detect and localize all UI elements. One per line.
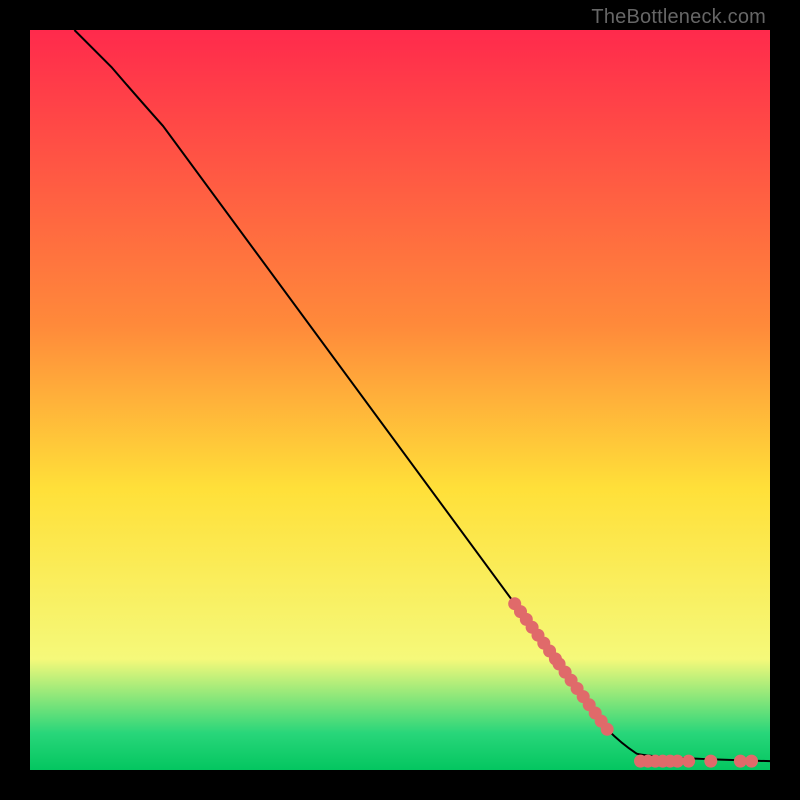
data-point	[601, 723, 614, 736]
data-point	[704, 755, 717, 768]
bottleneck-chart	[30, 30, 770, 770]
data-point	[734, 755, 747, 768]
data-point	[682, 755, 695, 768]
gradient-background	[30, 30, 770, 770]
watermark-text: TheBottleneck.com	[591, 6, 766, 29]
chart-frame: { "watermark": "TheBottleneck.com", "col…	[0, 0, 800, 800]
data-point	[745, 755, 758, 768]
data-point	[671, 755, 684, 768]
